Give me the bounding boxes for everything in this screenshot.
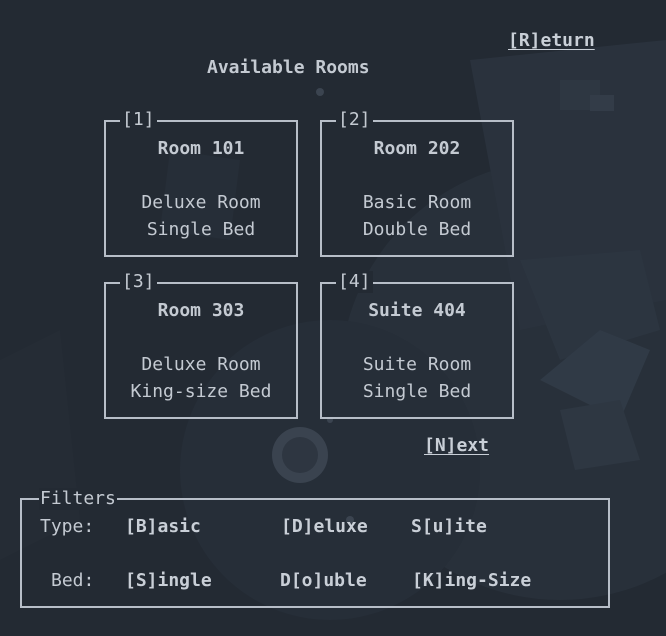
room-bed: Single Bed (146, 219, 256, 240)
filters-legend: Filters (39, 488, 117, 510)
room-name: Room 303 (157, 300, 245, 321)
room-type: Deluxe Room (141, 192, 261, 213)
filter-type-label: Type: (40, 516, 95, 537)
room-browser: [R]eturn Available Rooms [1] Room 101 De… (0, 0, 666, 636)
room-card-key: [3] (120, 271, 157, 293)
filter-bed-double[interactable]: D[o]uble (280, 570, 367, 592)
room-card-101[interactable]: [1] Room 101 Deluxe Room Single Bed (104, 109, 298, 257)
filter-type-basic[interactable]: [B]asic (125, 516, 201, 538)
filter-bed-king-size[interactable]: [K]ing-Size (412, 570, 531, 592)
room-card-key: [4] (336, 271, 373, 293)
filter-bed-label: Bed: (51, 570, 95, 591)
next-page-link[interactable]: [N]ext (424, 435, 489, 457)
room-type: Suite Room (362, 354, 472, 375)
room-card-key: [1] (120, 109, 157, 131)
room-card-key: [2] (336, 109, 373, 131)
room-name: Suite 404 (368, 300, 466, 321)
filter-type-suite[interactable]: S[u]ite (411, 516, 487, 538)
room-card-404[interactable]: [4] Suite 404 Suite Room Single Bed (320, 271, 514, 419)
return-link[interactable]: [R]eturn (508, 30, 595, 52)
page-title: Available Rooms (207, 57, 370, 78)
room-name: Room 101 (157, 138, 245, 159)
room-type: Basic Room (362, 192, 472, 213)
room-card-202[interactable]: [2] Room 202 Basic Room Double Bed (320, 109, 514, 257)
room-card-303[interactable]: [3] Room 303 Deluxe Room King-size Bed (104, 271, 298, 419)
room-bed: King-size Bed (130, 381, 272, 402)
filter-bed-single[interactable]: [S]ingle (125, 570, 212, 592)
room-bed: Double Bed (362, 219, 472, 240)
room-name: Room 202 (373, 138, 461, 159)
room-type: Deluxe Room (141, 354, 261, 375)
room-bed: Single Bed (362, 381, 472, 402)
filter-type-deluxe[interactable]: [D]eluxe (281, 516, 368, 538)
